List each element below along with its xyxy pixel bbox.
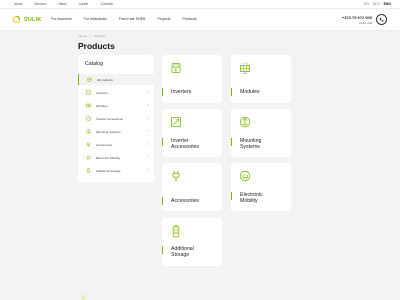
plug-icon [87,142,90,147]
catalog-title: Catalog [85,61,103,67]
card-label: Accessories [171,198,199,204]
battery-icon [172,225,180,237]
catalog-item-label: Accessories [96,142,113,147]
lang-slo[interactable]: SLO [373,2,380,6]
top-link-news[interactable]: News [59,2,67,6]
breadcrumb-home[interactable]: Home [79,34,87,38]
top-utility-bar: About Services News Career Contacts EN S… [0,0,400,9]
catalog-item-label: All products [97,77,113,82]
catalog-item-modules[interactable]: Modules › [78,100,154,111]
category-card-accessories[interactable]: Accessories [162,163,222,211]
top-link-career[interactable]: Career [79,2,89,6]
chevron-right-icon: › [146,142,148,146]
catalog-item-electronic-mobility[interactable]: Electronic Mobility › [78,152,154,163]
nav-for-business[interactable]: For business [51,17,72,21]
ev-charger-icon [239,170,251,182]
catalog-item-label: Inverter Accessories [96,116,124,121]
mounting-icon [239,116,251,128]
card-label: Inverter Accessories [171,138,199,150]
catalog-item-label: Modules [96,103,108,108]
top-link-services[interactable]: Services [34,2,46,6]
catalog-item-additional-storage[interactable]: Additional Storage › [78,165,154,176]
category-card-mounting-systems[interactable]: Mounting Systems [231,109,291,157]
main-nav: For business For individuals Fixed rate … [51,17,197,21]
catalog-item-mounting-systems[interactable]: Mounting Systems › [78,126,154,137]
page-title: Products [78,41,115,51]
chevron-right-icon: › [146,90,148,94]
card-accent [231,138,232,146]
plug-icon [172,171,180,182]
catalog-item-label: Electronic Mobility [96,155,121,160]
chevron-right-icon: › [146,116,148,120]
card-accent [162,246,163,254]
logo-text: SULIK [24,16,42,23]
card-accent [231,88,232,96]
card-label: Mounting Systems [240,138,262,150]
accessory-icon [86,116,91,121]
lang-en[interactable]: EN [364,2,369,6]
sun-logo-icon [12,15,21,24]
card-label: Inverters [171,89,192,95]
chevron-right-icon: › [146,168,148,172]
lang-eng[interactable]: ENG [384,2,391,6]
catalog-item-accessories[interactable]: Accessories › [78,139,154,150]
catalog-item-inverter-accessories[interactable]: Inverter Accessories › [78,113,154,124]
phone-number[interactable]: +373 79 072 000 [342,15,372,20]
grid-icon [87,77,92,82]
top-links: About Services News Career Contacts [14,2,113,6]
catalog-item-all-products[interactable]: All products [78,74,154,85]
site-header: SULIK For business For individuals Fixed… [0,9,400,31]
footer-decoration [81,295,86,300]
category-card-electronic-mobility[interactable]: Electronic Mobility [231,163,291,211]
card-accent [162,197,163,205]
catalog-item-label: Inverters [96,90,108,95]
catalog-sidebar: Catalog All products Inverters › Modules… [78,55,154,182]
solar-panel-icon [240,62,250,74]
nav-projects[interactable]: Projects [158,17,171,21]
category-card-inverter-accessories[interactable]: Inverter Accessories [162,109,222,157]
language-switcher: EN SLO ENG [364,2,391,6]
header-contact: +373 79 072 000 Order call [342,15,372,25]
inverter-icon [86,90,91,95]
category-card-inverters[interactable]: Inverters [162,55,222,103]
call-button[interactable] [376,14,387,25]
breadcrumb: Home / Products [79,34,106,38]
phone-icon [379,17,384,22]
card-accent [231,192,232,200]
nav-fixed-rate[interactable]: Fixed rate SHEB [119,17,146,21]
card-label: Additional Storage [171,246,194,258]
category-card-additional-storage[interactable]: Additional Storage [162,218,222,266]
ev-icon [86,156,91,160]
inverter-icon [171,63,181,73]
catalog-item-inverters[interactable]: Inverters › [78,87,154,98]
mounting-icon [86,129,91,134]
breadcrumb-separator: / [90,34,91,38]
logo[interactable]: SULIK [12,15,42,24]
catalog-item-label: Mounting Systems [96,129,121,134]
chevron-right-icon: › [146,155,148,159]
chevron-right-icon: › [146,103,148,107]
inverter-accessory-icon [171,117,181,127]
card-accent [162,88,163,96]
card-label: Modules [240,89,260,95]
breadcrumb-current: Products [93,34,106,38]
battery-icon [87,168,90,173]
card-label: Electronic Mobility [240,192,263,204]
nav-products[interactable]: Products [183,17,197,21]
category-card-modules[interactable]: Modules [231,55,291,103]
nav-for-individuals[interactable]: For individuals [84,17,107,21]
order-call-link[interactable]: Order call [342,21,372,25]
top-link-about[interactable]: About [14,2,22,6]
catalog-item-label: Additional Storage [96,168,121,173]
top-link-contacts[interactable]: Contacts [100,2,113,6]
card-accent [162,138,163,146]
module-icon [86,103,91,108]
chevron-right-icon: › [146,129,148,133]
